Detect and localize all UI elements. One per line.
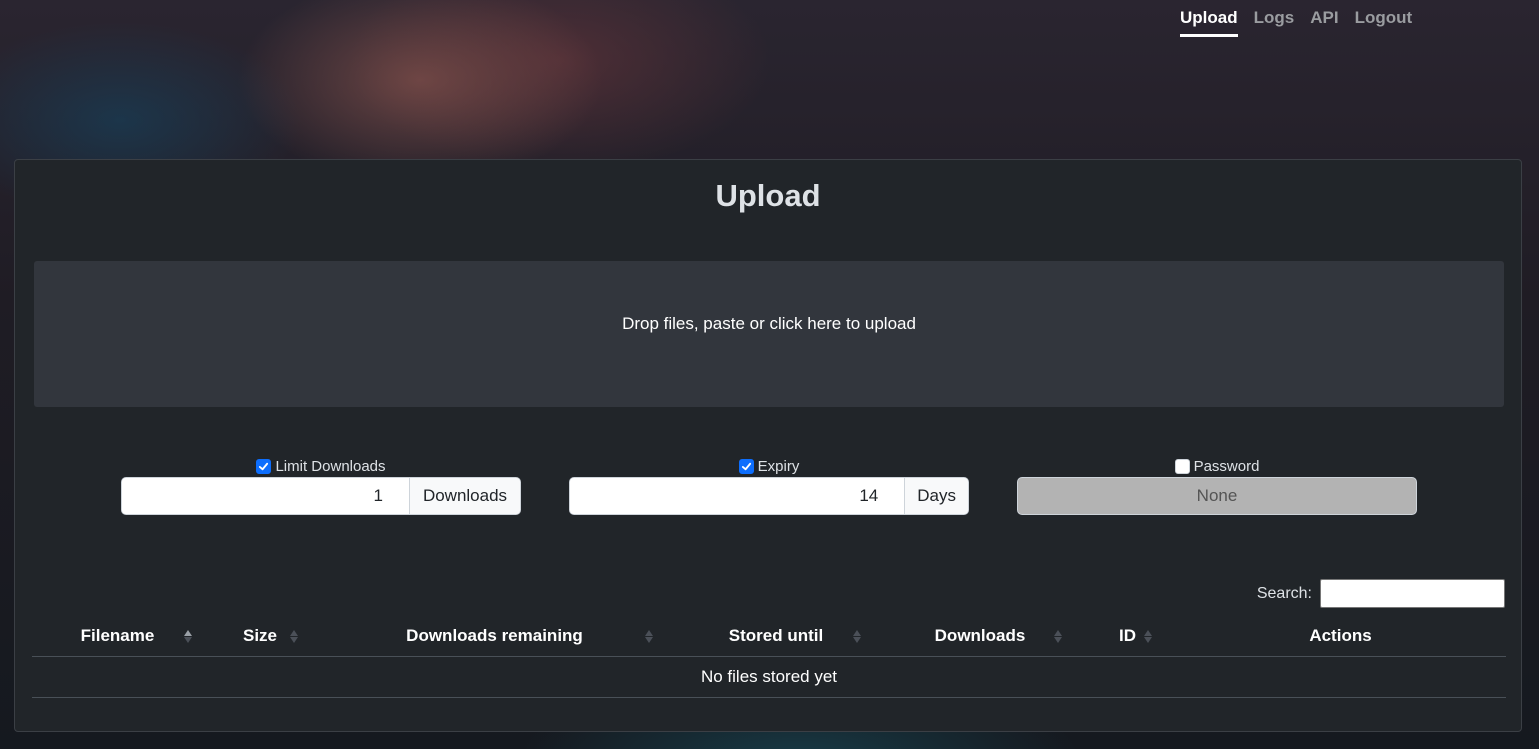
limit-downloads-checkbox[interactable] <box>256 458 272 474</box>
expiry-label: Expiry <box>757 457 800 475</box>
table-empty-row: No files stored yet <box>32 657 1506 698</box>
top-nav: Upload Logs API Logout <box>1180 8 1412 37</box>
sort-icon <box>1053 628 1063 644</box>
column-header-stored-until[interactable]: Stored until <box>672 616 880 656</box>
password-checkbox[interactable] <box>1174 458 1190 474</box>
password-input[interactable]: None <box>1017 477 1417 515</box>
column-label: Filename <box>80 626 155 645</box>
column-label: Stored until <box>728 626 824 645</box>
upload-card: Upload Drop files, paste or click here t… <box>14 159 1522 732</box>
limit-downloads-label-row: Limit Downloads <box>121 456 521 476</box>
table-header: Filename Size Downloads remaining Stored… <box>32 616 1506 657</box>
column-header-downloads[interactable]: Downloads <box>880 616 1080 656</box>
expiry-label-row: Expiry <box>569 456 969 476</box>
password-option: Password None <box>1017 456 1417 515</box>
column-label: Actions <box>1309 626 1372 645</box>
sort-icon <box>1143 628 1153 644</box>
check-icon <box>741 462 751 470</box>
expiry-input-group: 14 Days <box>569 477 969 515</box>
dropzone-text: Drop files, paste or click here to uploa… <box>622 314 916 333</box>
column-header-filename[interactable]: Filename <box>32 616 203 656</box>
nav-logout[interactable]: Logout <box>1355 8 1413 37</box>
column-label: Downloads <box>934 626 1026 645</box>
sort-icon <box>852 628 862 644</box>
nav-logs[interactable]: Logs <box>1254 8 1295 37</box>
expiry-option: Expiry 14 Days <box>569 456 969 515</box>
empty-message: No files stored yet <box>700 667 838 686</box>
sort-icon <box>289 628 299 644</box>
sort-icon <box>644 628 654 644</box>
days-unit: Days <box>904 478 968 514</box>
expiry-checkbox[interactable] <box>738 458 754 474</box>
column-label: ID <box>1119 626 1136 645</box>
page-title: Upload <box>715 178 821 213</box>
column-header-id[interactable]: ID <box>1080 616 1175 656</box>
table-search: Search: <box>1257 579 1505 608</box>
column-header-actions: Actions <box>1175 616 1506 656</box>
column-label: Size <box>242 626 278 645</box>
limit-downloads-input[interactable]: 1 <box>122 478 409 514</box>
column-label: Downloads remaining <box>406 626 583 645</box>
search-label: Search: <box>1256 584 1312 602</box>
files-table: Filename Size Downloads remaining Stored… <box>32 616 1506 698</box>
search-input[interactable] <box>1320 579 1505 608</box>
sort-icon <box>183 628 193 644</box>
expiry-input[interactable]: 14 <box>570 478 905 514</box>
column-header-size[interactable]: Size <box>203 616 317 656</box>
check-icon <box>259 462 269 470</box>
password-label-row: Password <box>1017 456 1417 476</box>
nav-api[interactable]: API <box>1310 8 1338 37</box>
password-label: Password <box>1193 457 1260 475</box>
limit-downloads-input-group: 1 Downloads <box>121 477 521 515</box>
downloads-unit: Downloads <box>409 478 520 514</box>
limit-downloads-label: Limit Downloads <box>275 457 386 475</box>
nav-upload[interactable]: Upload <box>1180 8 1238 37</box>
limit-downloads-option: Limit Downloads 1 Downloads <box>121 456 521 515</box>
upload-dropzone[interactable]: Drop files, paste or click here to uploa… <box>34 261 1504 407</box>
column-header-downloads-remaining[interactable]: Downloads remaining <box>317 616 672 656</box>
